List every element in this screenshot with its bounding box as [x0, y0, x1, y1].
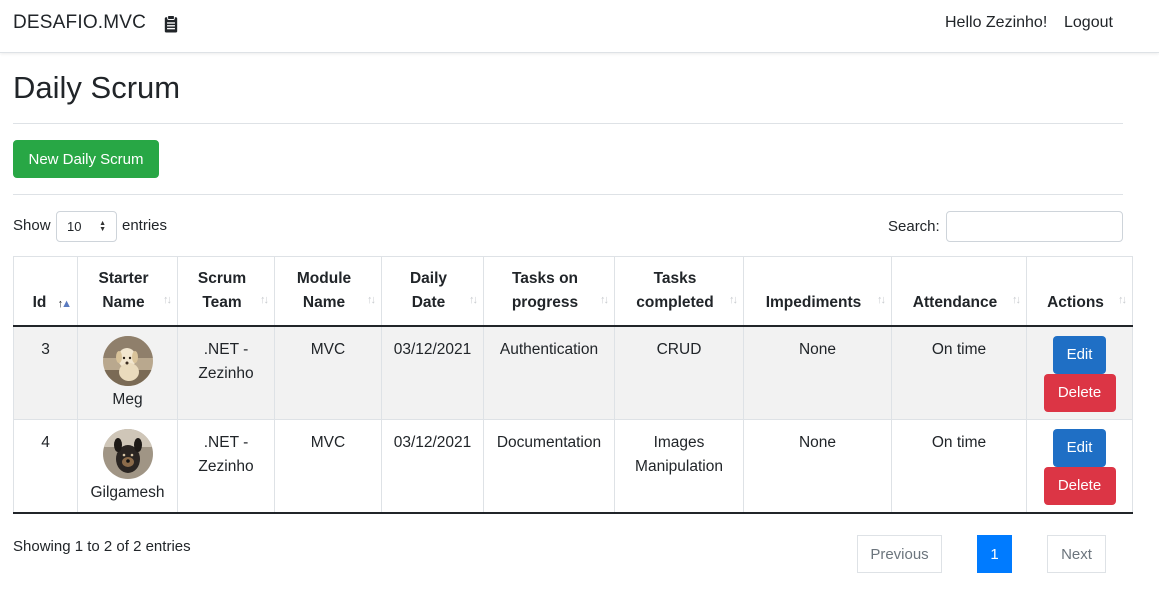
sort-icon: ↑↓	[729, 293, 738, 306]
cell-tasks-progress: Authentication	[483, 325, 615, 420]
delete-button[interactable]: Delete	[1043, 467, 1116, 505]
divider	[13, 123, 1123, 124]
new-daily-scrum-button[interactable]: New Daily Scrum	[13, 140, 159, 178]
cell-team: .NET - Zezinho	[177, 325, 275, 420]
sort-icon: ↑↓	[260, 293, 269, 306]
cell-attendance: On time	[891, 325, 1027, 420]
daily-scrum-table: Id ↑▲ Starter Name ↑↓ Scrum Team ↑↓ Modu…	[13, 256, 1133, 514]
delete-button[interactable]: Delete	[1043, 373, 1116, 412]
sort-icon: ↑↓	[600, 293, 609, 306]
navbar: DESAFIO.MVC Hello Zezinho! Logout	[0, 0, 1159, 53]
starter-name: Gilgamesh	[90, 484, 165, 501]
cell-id: 3	[13, 325, 78, 420]
column-header-id[interactable]: Id ↑▲	[13, 256, 78, 327]
table-row: 4 Gilgamesh .NET - Zezinho MVC 03/12/202…	[13, 419, 1133, 514]
column-header-daily-date[interactable]: Daily Date ↑↓	[381, 256, 484, 327]
column-header-attendance[interactable]: Attendance ↑↓	[891, 256, 1027, 327]
cell-attendance: On time	[891, 419, 1027, 514]
edit-button[interactable]: Edit	[1053, 335, 1106, 374]
cell-team: .NET - Zezinho	[177, 419, 275, 514]
search-input[interactable]	[946, 211, 1123, 242]
search-label: Search:	[888, 218, 940, 235]
clipboard-icon[interactable]	[163, 15, 179, 33]
logout-link[interactable]: Logout	[1064, 14, 1113, 32]
sort-icon: ↑↓	[163, 293, 172, 306]
cell-date: 03/12/2021	[381, 325, 484, 420]
pagination-next[interactable]: Next	[1047, 535, 1106, 573]
sort-icon: ↑↓	[1118, 293, 1127, 306]
entries-length-select[interactable]: 10 ▲ ▼	[56, 211, 117, 242]
cell-id: 4	[13, 419, 78, 514]
cell-tasks-completed: CRUD	[614, 325, 744, 420]
select-arrows-icon: ▲ ▼	[99, 220, 106, 233]
user-greeting: Hello Zezinho!	[945, 14, 1048, 31]
sort-icon: ↑↓	[877, 293, 886, 306]
pagination-previous[interactable]: Previous	[857, 535, 942, 573]
table-info: Showing 1 to 2 of 2 entries	[13, 538, 191, 555]
cell-actions: Edit Delete	[1026, 325, 1133, 420]
cell-impediments: None	[743, 325, 892, 420]
page-title: Daily Scrum	[13, 70, 181, 105]
divider	[13, 194, 1123, 195]
cell-tasks-progress: Documentation	[483, 419, 615, 514]
entries-length-value: 10	[67, 219, 82, 234]
pagination-page-1[interactable]: 1	[977, 535, 1012, 573]
cell-actions: Edit Delete	[1026, 419, 1133, 514]
cell-date: 03/12/2021	[381, 419, 484, 514]
column-header-tasks-on-progress[interactable]: Tasks on progress ↑↓	[483, 256, 615, 327]
cell-tasks-completed: Images Manipulation	[614, 419, 744, 514]
column-header-actions[interactable]: Actions ↑↓	[1026, 256, 1133, 327]
brand-link[interactable]: DESAFIO.MVC	[13, 12, 146, 34]
show-label: Show	[13, 217, 51, 234]
edit-button[interactable]: Edit	[1053, 429, 1106, 467]
cell-module: MVC	[274, 325, 382, 420]
column-header-scrum-team[interactable]: Scrum Team ↑↓	[177, 256, 275, 327]
table-row: 3 Meg .NET - Zezinho MVC 03/12/2021 Auth…	[13, 325, 1133, 420]
column-header-impediments[interactable]: Impediments ↑↓	[743, 256, 892, 327]
entries-label: entries	[122, 217, 168, 234]
column-header-module-name[interactable]: Module Name ↑↓	[274, 256, 382, 327]
cell-starter: Gilgamesh	[77, 419, 178, 514]
cell-starter: Meg	[77, 325, 178, 420]
column-header-starter-name[interactable]: Starter Name ↑↓	[77, 256, 178, 327]
starter-name: Meg	[112, 390, 143, 408]
avatar	[102, 335, 153, 386]
cell-module: MVC	[274, 419, 382, 514]
sort-asc-icon: ↑▲	[57, 297, 72, 310]
sort-icon: ↑↓	[1012, 293, 1021, 306]
table-header-row: Id ↑▲ Starter Name ↑↓ Scrum Team ↑↓ Modu…	[13, 256, 1133, 327]
avatar	[102, 429, 153, 479]
cell-impediments: None	[743, 419, 892, 514]
sort-icon: ↑↓	[367, 293, 376, 306]
sort-icon: ↑↓	[469, 293, 478, 306]
column-header-tasks-completed[interactable]: Tasks completed ↑↓	[614, 256, 744, 327]
